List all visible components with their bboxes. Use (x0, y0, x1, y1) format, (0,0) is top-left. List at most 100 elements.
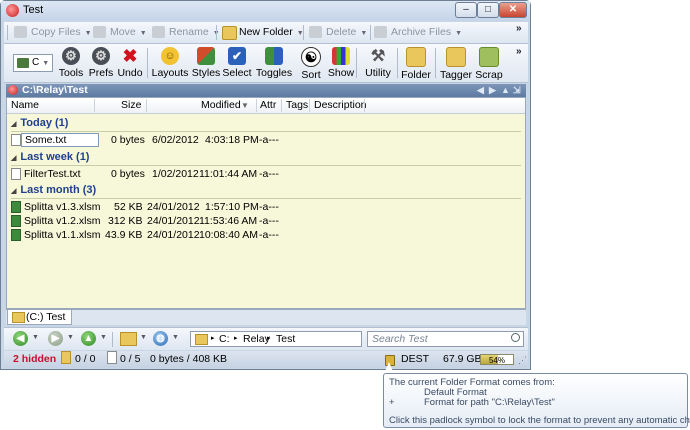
column-tags[interactable]: Tags (286, 98, 308, 113)
expand-icon[interactable]: ⇲ (513, 84, 521, 97)
file-date: 24/01/2012 (147, 201, 200, 213)
folder-count: 0 / 0 (75, 353, 96, 365)
new-folder-label: New Folder (239, 26, 293, 38)
text-file-icon (11, 168, 21, 180)
folder-tabs: (C:) Test (6, 309, 526, 325)
group-header-today[interactable]: ◢ Today (1) (11, 117, 68, 129)
column-name[interactable]: Name (11, 98, 39, 113)
up-button-icon[interactable]: ▲ (81, 331, 96, 346)
forward-arrow-icon[interactable]: ▶ (489, 84, 496, 97)
file-row[interactable]: Splitta v1.2.xlsm 312 KB 24/01/2012 11:5… (7, 214, 525, 228)
utility-button[interactable]: ⚒ Utility (360, 46, 396, 81)
breadcrumb-test[interactable]: Test (276, 332, 295, 346)
column-description[interactable]: Description (314, 98, 367, 113)
select-checkbox-icon: ✔ (228, 47, 246, 65)
files-icon (107, 351, 117, 364)
copy-files-button[interactable]: Copy Files ▼ (12, 24, 92, 41)
selection-size: 0 bytes / 408 KB (150, 353, 228, 365)
search-icon[interactable] (511, 333, 520, 342)
folder-icon (12, 312, 25, 323)
folder-menu-icon[interactable] (120, 332, 137, 346)
sort-button[interactable]: ☯ Sort (294, 46, 328, 81)
folder-tab[interactable]: (C:) Test (7, 310, 73, 325)
drive-selector[interactable]: C ▼ (13, 54, 53, 72)
globe-icon[interactable]: ◍ (153, 331, 168, 346)
title-bar[interactable]: Test – □ ✕ (1, 1, 530, 21)
toggles-icon (265, 47, 283, 65)
minimize-button[interactable]: – (455, 2, 477, 18)
file-row[interactable]: Some.txt 0 bytes 6/02/2012 4:03:18 PM -a… (7, 133, 525, 147)
file-name: FilterTest.txt (24, 168, 81, 180)
toggles-button[interactable]: Toggles (254, 46, 294, 81)
archive-files-button[interactable]: Archive Files ▼ (372, 24, 462, 41)
folder-menu-dropdown[interactable]: ▼ (140, 334, 147, 341)
up-dropdown[interactable]: ▼ (100, 334, 107, 341)
file-row[interactable]: Splitta v1.1.xlsm 43.9 KB 24/01/2012 10:… (7, 228, 525, 242)
folder-icon (195, 334, 208, 345)
tagger-icon (446, 47, 466, 67)
group-divider (11, 131, 521, 132)
hidden-count[interactable]: 2 hidden (13, 351, 56, 368)
file-name: Splitta v1.3.xlsm (24, 201, 101, 213)
breadcrumb-separator: ▸ (267, 335, 271, 342)
maximize-button[interactable]: □ (477, 2, 499, 18)
folder-icon (406, 47, 426, 67)
folder-button[interactable]: Folder (398, 46, 434, 81)
column-attr[interactable]: Attr (260, 98, 276, 113)
forward-button-icon[interactable]: ▶ (48, 331, 63, 346)
tagger-label: Tagger (439, 69, 473, 81)
breadcrumb-relay[interactable]: Relay (243, 332, 270, 346)
globe-dropdown[interactable]: ▼ (172, 334, 179, 341)
navigation-bar: ◀ ▼ ▶ ▼ ▲ ▼ ▼ ◍ ▼ ▸ C: ▸ Relay ▸ Test Se… (4, 327, 528, 350)
tools-button[interactable]: ⚙ Tools (54, 46, 88, 81)
file-row[interactable]: Splitta v1.3.xlsm 52 KB 24/01/2012 1:57:… (7, 200, 525, 214)
rename-button[interactable]: Rename▼ (150, 24, 220, 41)
undo-button[interactable]: ✖ Undo (113, 46, 147, 81)
styles-icon (197, 47, 215, 65)
search-input[interactable]: Search Test (367, 331, 524, 347)
back-arrow-icon[interactable]: ◀ (477, 84, 484, 97)
back-button-icon[interactable]: ◀ (13, 331, 28, 346)
show-label: Show (327, 67, 355, 79)
file-time: 11:01:44 AM (199, 168, 258, 180)
toolbar1-overflow-chevron[interactable]: » (516, 23, 522, 34)
show-button[interactable]: Show (324, 46, 358, 81)
column-modified[interactable]: Modified (201, 98, 241, 113)
column-size[interactable]: Size (121, 98, 141, 113)
breadcrumb-separator: ▸ (211, 335, 215, 342)
file-count: 0 / 5 (120, 353, 141, 365)
back-history-dropdown[interactable]: ▼ (32, 334, 39, 341)
file-list[interactable]: Name Size Modified ▼ Attr Tags Descripti… (6, 97, 526, 309)
file-attr: -a--- (259, 201, 279, 213)
toolbar2-overflow-chevron[interactable]: » (516, 46, 522, 57)
path-bar: C:\Relay\Test ◀ ▶ ▲ ⇲ (6, 84, 526, 97)
address-bar[interactable]: ▸ C: ▸ Relay ▸ Test (190, 331, 362, 347)
tools-label: Tools (58, 67, 84, 79)
up-arrow-icon[interactable]: ▲ (501, 84, 510, 97)
scrap-button[interactable]: Scrap (472, 46, 506, 81)
close-button[interactable]: ✕ (499, 2, 527, 18)
new-folder-button[interactable]: New Folder ▼ (220, 24, 304, 41)
file-row[interactable]: FilterTest.txt 0 bytes 1/02/2012 11:01:4… (7, 167, 525, 181)
delete-button[interactable]: Delete ▼ (307, 24, 367, 41)
breadcrumb-drive[interactable]: C: (219, 332, 230, 346)
toolbar-divider (435, 48, 436, 78)
tagger-button[interactable]: Tagger (437, 46, 475, 81)
select-button[interactable]: ✔ Select (220, 46, 254, 81)
group-header-last-month[interactable]: ◢ Last month (3) (11, 184, 96, 196)
file-attr: -a--- (259, 134, 279, 146)
move-button[interactable]: Move ▼ (91, 24, 147, 41)
forward-history-dropdown[interactable]: ▼ (67, 334, 74, 341)
move-icon (93, 26, 106, 38)
resize-grip-icon[interactable]: ⋰ (518, 352, 527, 369)
excel-file-icon (11, 201, 21, 213)
sort-yin-yang-icon: ☯ (301, 47, 321, 67)
styles-button[interactable]: Styles (189, 46, 223, 81)
column-header: Name Size Modified ▼ Attr Tags Descripti… (7, 98, 525, 114)
file-name: Splitta v1.1.xlsm (24, 229, 101, 241)
file-attr: -a--- (259, 229, 279, 241)
file-size: 43.9 KB (105, 229, 143, 241)
scrap-icon (479, 47, 499, 67)
layouts-button[interactable]: ☺ Layouts (151, 46, 189, 81)
group-header-last-week[interactable]: ◢ Last week (1) (11, 151, 89, 163)
